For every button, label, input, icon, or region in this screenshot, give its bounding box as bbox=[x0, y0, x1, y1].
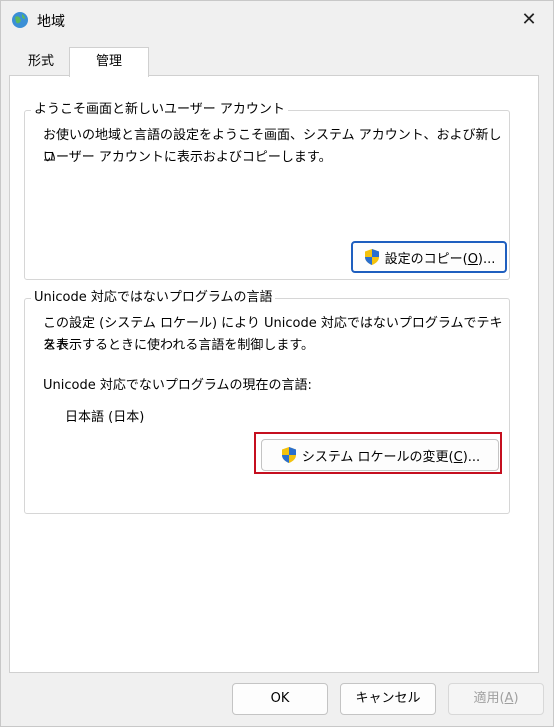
change-system-locale-button[interactable]: システム ロケールの変更(C)... bbox=[261, 439, 499, 471]
welcome-group-legend: ようこそ画面と新しいユーザー アカウント bbox=[31, 101, 288, 119]
current-language-label: Unicode 対応でないプログラムの現在の言語: bbox=[43, 378, 312, 393]
copy-settings-label: 設定のコピー(O)... bbox=[384, 251, 496, 267]
uac-shield-icon bbox=[281, 447, 296, 463]
change-locale-label: システム ロケールの変更(C)... bbox=[301, 449, 481, 465]
current-language-value: 日本語 (日本) bbox=[65, 410, 145, 425]
welcome-description-line2: ユーザー アカウントに表示およびコピーします。 bbox=[43, 150, 332, 165]
tab-administrative[interactable]: 管理 bbox=[69, 47, 149, 77]
tab-format[interactable]: 形式 bbox=[9, 49, 73, 75]
apply-button[interactable]: 適用(A) bbox=[448, 683, 544, 715]
welcome-screen-group: ようこそ画面と新しいユーザー アカウント お使いの地域と言語の設定をようこそ画面… bbox=[24, 101, 510, 280]
window-title: 地域 bbox=[37, 14, 65, 30]
tab-panel-administrative: ようこそ画面と新しいユーザー アカウント お使いの地域と言語の設定をようこそ画面… bbox=[9, 75, 539, 673]
copy-settings-button[interactable]: 設定のコピー(O)... bbox=[351, 241, 507, 273]
cancel-button[interactable]: キャンセル bbox=[340, 683, 436, 715]
region-dialog: 地域 ✕ 形式 管理 ようこそ画面と新しいユーザー アカウント お使いの地域と言… bbox=[0, 0, 554, 727]
unicode-description-line2: を表示するときに使われる言語を制御します。 bbox=[43, 338, 315, 353]
close-icon[interactable]: ✕ bbox=[511, 5, 547, 35]
unicode-group-legend: Unicode 対応ではないプログラムの言語 bbox=[31, 289, 276, 307]
non-unicode-language-group: Unicode 対応ではないプログラムの言語 この設定 (システム ロケール) … bbox=[24, 289, 510, 514]
uac-shield-icon bbox=[364, 249, 379, 265]
title-bar: 地域 ✕ bbox=[1, 1, 553, 39]
ok-button[interactable]: OK bbox=[232, 683, 328, 715]
globe-icon bbox=[12, 12, 28, 28]
